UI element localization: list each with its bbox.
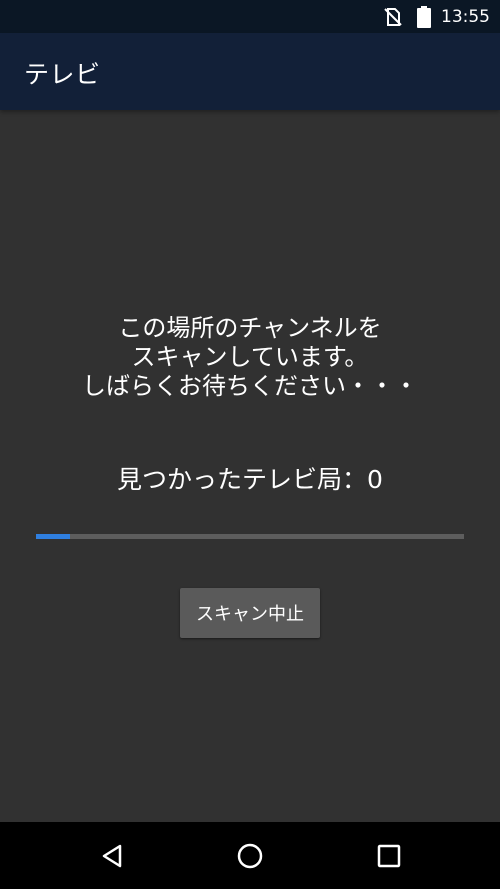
found-stations: 見つかったテレビ局：0: [0, 460, 500, 496]
scan-message: この場所のチャンネルを スキャンしています。 しばらくお待ちください・・・: [0, 314, 500, 401]
app-bar: テレビ: [0, 33, 500, 110]
no-sim-icon: [384, 7, 402, 26]
home-button[interactable]: [230, 836, 270, 876]
found-stations-label: 見つかったテレビ局：: [117, 465, 368, 494]
scan-progress-bar: [36, 534, 464, 539]
screen: 13:55 テレビ この場所のチャンネルを スキャンしています。 しばらくお待ち…: [0, 0, 500, 889]
status-bar: 13:55: [0, 0, 500, 33]
scan-message-line: しばらくお待ちください・・・: [82, 372, 418, 400]
battery-icon: [417, 5, 431, 28]
status-icons: 13:55: [383, 0, 490, 33]
scan-progress-fill: [36, 534, 71, 539]
found-stations-count: 0: [367, 465, 383, 494]
home-icon: [237, 843, 263, 869]
status-time: 13:55: [441, 6, 490, 27]
navigation-bar: [0, 822, 500, 889]
recents-button[interactable]: [369, 836, 409, 876]
recents-icon: [377, 844, 401, 868]
scan-message-line: この場所のチャンネルを: [118, 314, 382, 342]
stop-scan-button[interactable]: スキャン中止: [180, 588, 320, 638]
app-title: テレビ: [24, 60, 101, 89]
back-button[interactable]: [92, 836, 132, 876]
scan-message-line: スキャンしています。: [131, 343, 369, 371]
back-icon: [102, 844, 122, 868]
